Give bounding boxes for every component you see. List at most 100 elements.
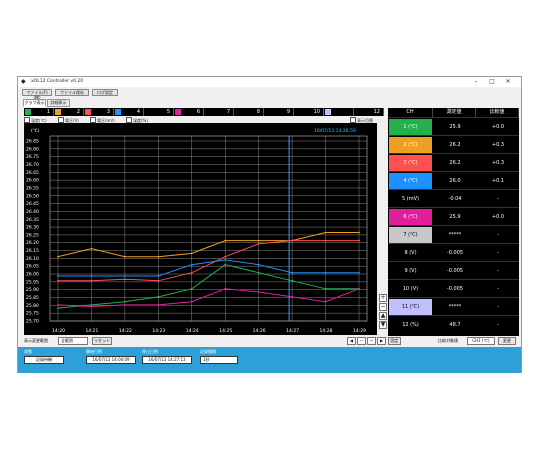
table-cell-compare: - [497, 286, 499, 292]
channel-toggle-3[interactable]: 3 [84, 108, 114, 116]
title-bar: ◆ xOL12 Controller v0.20 – □ ✕ [18, 77, 521, 87]
data-point [324, 271, 327, 274]
table-row: 10 (V) -0.005 - [388, 279, 519, 297]
channel-number: 2 [76, 109, 80, 115]
nav-last-button[interactable]: ▶ [377, 337, 386, 345]
data-point [224, 255, 227, 258]
channel-number: 1 [46, 109, 50, 115]
data-point [324, 287, 327, 290]
app-window: ◆ xOL12 Controller v0.20 – □ ✕ ファイル(F)(略… [17, 76, 522, 373]
channel-number: 11 [343, 109, 350, 115]
data-point [257, 242, 260, 245]
channel-toggle-6[interactable]: 6 [174, 108, 204, 116]
data-point [190, 263, 193, 266]
x-tick-label: 14:21 [85, 328, 98, 334]
channel-toggle-12[interactable]: 12 [354, 108, 384, 116]
channel-toggle-9[interactable]: 9 [264, 108, 294, 116]
change-button[interactable]: 変更 [498, 337, 516, 345]
window-title: xOL12 Controller v0.20 [31, 79, 84, 84]
tab-detail[interactable]: 詳細表示 [47, 99, 70, 107]
close-button[interactable]: ✕ [502, 78, 514, 86]
compare-label: 比較対象値 [438, 338, 458, 343]
chart-timestamp: 16/07/13 14:26:59 [314, 128, 356, 134]
channel-color-swatch [25, 109, 31, 115]
table-header-ch: CH [388, 108, 433, 117]
table-cell-ch: 10 (V) [389, 281, 432, 297]
minimize-button[interactable]: – [470, 78, 482, 86]
scroll-down-button[interactable]: ▼ [379, 321, 387, 329]
menu-bar: ファイル(F)(略) ファイル保存 ログ設定 [18, 88, 521, 100]
data-point [291, 239, 294, 242]
data-point [324, 300, 327, 303]
table-row: 11 (℃) ***** - [388, 297, 519, 315]
table-cell-ch: 9 (V) [389, 263, 432, 279]
channel-toggle-10[interactable]: 10 [294, 108, 324, 116]
y-tick-label: 26.30 [26, 225, 39, 231]
y-tick-label: 25.75 [26, 311, 39, 317]
table-cell-ch: 6 (℃) [389, 209, 432, 225]
nav-prev-button[interactable]: — [357, 337, 366, 345]
maximize-button[interactable]: □ [486, 78, 498, 86]
channel-toggle-7[interactable]: 7 [204, 108, 234, 116]
channel-toggle-8[interactable]: 8 [234, 108, 264, 116]
channel-toggle-2[interactable]: 2 [54, 108, 84, 116]
y-tick-label: 26.65 [26, 170, 39, 176]
data-point [190, 287, 193, 290]
menu-log-settings[interactable]: ログ設定 [92, 89, 118, 96]
table-row: 12 (%) 48.7 - [388, 315, 519, 333]
y-tick-label: 26.70 [26, 162, 39, 168]
fix-button[interactable]: 固定 [388, 337, 401, 345]
y-axis-unit: (℃) [31, 128, 40, 134]
status-panel: 状態 記録待機 開始日時 16/07/13 14:04:09 停止日時 16/0… [18, 347, 521, 373]
data-point [224, 287, 227, 290]
zoom-out-button[interactable]: − [379, 303, 387, 311]
channel-color-swatch [55, 109, 61, 115]
table-cell-value: -0.04 [448, 196, 462, 202]
channel-number: 5 [166, 109, 170, 115]
data-point [157, 295, 160, 298]
channel-color-swatch [205, 109, 211, 115]
compare-select[interactable]: CH1 (℃) [467, 337, 495, 345]
y-tick-label: 26.15 [26, 248, 39, 254]
data-point [257, 271, 260, 274]
channel-color-swatch [265, 109, 271, 115]
channel-color-row: 1 2 3 4 5 6 7 8 9 10 11 12 [24, 108, 384, 116]
y-tick-label: 26.55 [26, 185, 39, 191]
y-tick-label: 26.20 [26, 240, 39, 246]
x-tick-label: 14:25 [219, 328, 232, 334]
table-row: 2 (℃) 26.2 +0.3 [388, 135, 519, 153]
interval-select[interactable]: 1秒 [200, 356, 238, 364]
table-cell-ch: 5 (mV) [389, 191, 432, 207]
channel-toggle-1[interactable]: 1 [24, 108, 54, 116]
channel-toggle-4[interactable]: 4 [114, 108, 144, 116]
channel-toggle-11[interactable]: 11 [324, 108, 354, 116]
table-cell-ch: 7 (℃) [389, 227, 432, 243]
zoom-in-button[interactable]: + [379, 294, 387, 302]
scroll-up-button[interactable]: ▲ [379, 312, 387, 320]
x-tick-label: 14:23 [152, 328, 165, 334]
menu-file[interactable]: ファイル(F)(略) [22, 89, 52, 100]
tab-graph[interactable]: グラフ表示 [23, 99, 46, 107]
series-line-4 [58, 259, 359, 277]
table-cell-value: ***** [448, 232, 462, 238]
table-cell-value: 26.2 [449, 160, 461, 166]
y-tick-label: 26.60 [26, 178, 39, 184]
table-row: 3 (℃) 26.2 +0.3 [388, 153, 519, 171]
range-select[interactable]: 全範囲 [58, 337, 88, 345]
channel-number: 3 [106, 109, 110, 115]
channel-number: 6 [196, 109, 200, 115]
x-tick-label: 14:22 [119, 328, 132, 334]
table-cell-ch: 8 (V) [389, 245, 432, 261]
x-tick-label: 14:28 [320, 328, 333, 334]
series-line-1 [57, 264, 359, 309]
reset-button[interactable]: リセット [92, 337, 112, 345]
y-tick-label: 26.75 [26, 154, 39, 160]
nav-next-button[interactable]: — [367, 337, 376, 345]
y-tick-label: 26.85 [26, 139, 39, 145]
data-point [157, 279, 160, 282]
trend-chart[interactable]: 26.85 26.80 26.75 26.70 26.65 26.60 26.55 26.50… [24, 123, 377, 335]
channel-toggle-5[interactable]: 5 [144, 108, 174, 116]
nav-first-button[interactable]: ◀ [347, 337, 356, 345]
menu-file-save[interactable]: ファイル保存 [55, 89, 89, 96]
x-tick-label: 14:24 [186, 328, 199, 334]
